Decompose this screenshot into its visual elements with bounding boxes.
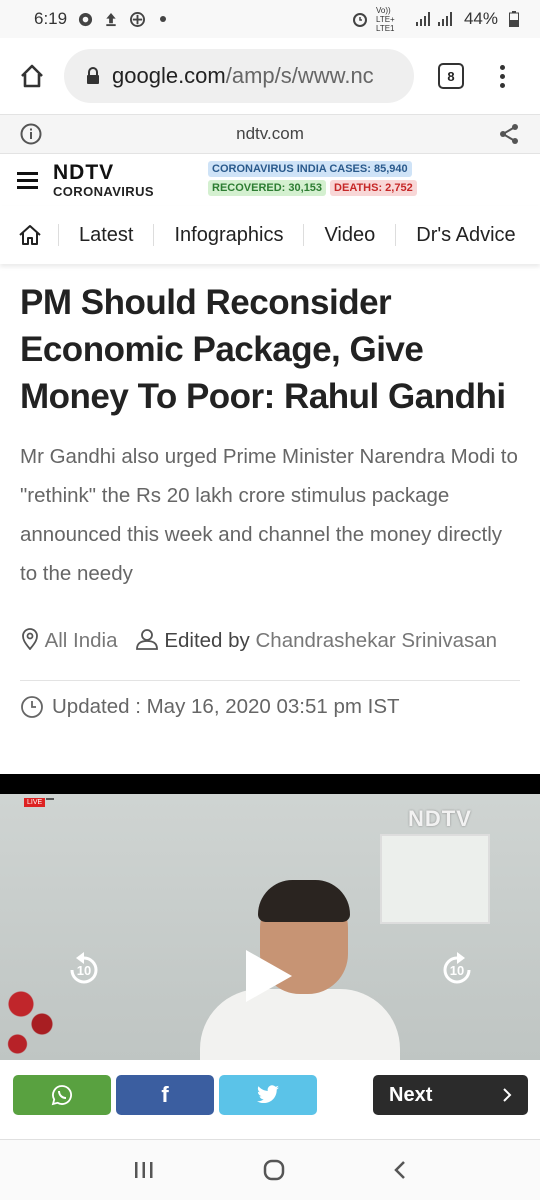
signal-icon	[415, 11, 456, 27]
chrome-icon	[77, 11, 93, 27]
nav-home-icon[interactable]	[18, 224, 42, 246]
article-title: PM Should Reconsider Economic Package, G…	[20, 283, 506, 416]
recovered-badge: RECOVERED: 30,153	[208, 180, 327, 196]
home-button[interactable]	[0, 63, 64, 89]
back-button[interactable]	[393, 1159, 407, 1181]
rewind-seconds: 10	[77, 963, 91, 978]
browser-toolbar: google.com/amp/s/www.nc 8	[0, 38, 540, 114]
location-pin-icon	[20, 624, 40, 663]
section-nav: Latest Infographics Video Dr's Advice	[0, 206, 540, 264]
article-summary: Mr Gandhi also urged Prime Minister Nare…	[20, 445, 518, 585]
user-icon	[135, 624, 159, 663]
article-editor[interactable]: Chandrashekar Srinivasan	[256, 629, 498, 652]
amp-host: ndtv.com	[236, 124, 304, 143]
wall-art	[380, 834, 490, 924]
updated-timestamp: Updated : May 16, 2020 03:51 pm IST	[52, 695, 400, 718]
deaths-badge: DEATHS: 2,752	[330, 180, 417, 196]
nav-infographics[interactable]: Infographics	[153, 224, 303, 246]
forward-seconds: 10	[450, 963, 464, 978]
whatsapp-icon	[51, 1085, 72, 1106]
info-icon[interactable]	[20, 123, 42, 150]
browser-menu-button[interactable]	[500, 64, 505, 88]
rewind-10-button[interactable]: 10	[64, 950, 104, 995]
chevron-right-icon	[502, 1087, 512, 1103]
logo-top: NDTV	[53, 161, 115, 184]
video-player[interactable]: LIVE NDTV 10 10	[0, 774, 540, 1060]
facebook-share-button[interactable]: f	[116, 1075, 214, 1115]
edited-by-label: Edited by	[164, 629, 250, 652]
tab-switcher-button[interactable]: 8	[438, 63, 464, 89]
upload-icon	[103, 11, 119, 27]
live-caption	[46, 798, 54, 800]
twitter-share-button[interactable]	[219, 1075, 317, 1115]
battery-icon	[506, 11, 522, 27]
status-bar: 6:19 Vo)) LTE+ LTE1 44%	[0, 0, 540, 38]
ndtv-logo[interactable]: NDTV CORONAVIRUS	[53, 162, 154, 198]
soccer-icon	[129, 11, 145, 27]
amp-bar: ndtv.com	[0, 114, 540, 154]
divider	[20, 680, 520, 681]
cases-badge: CORONAVIRUS INDIA CASES: 85,940	[208, 161, 412, 177]
alarm-icon	[352, 11, 368, 27]
status-time: 6:19	[34, 9, 68, 28]
url-path: /amp/s/www.nc	[225, 63, 374, 88]
video-frame	[0, 794, 540, 1060]
url-domain: google.com	[112, 63, 226, 88]
forward-icon: 10	[443, 952, 471, 984]
nav-drs-advice[interactable]: Dr's Advice	[395, 224, 535, 246]
recent-apps-icon	[135, 1162, 153, 1178]
logo-bottom: CORONAVIRUS	[53, 184, 154, 199]
home-icon	[21, 64, 43, 88]
address-bar[interactable]: google.com/amp/s/www.nc	[64, 49, 414, 103]
live-badge: LIVE	[24, 798, 46, 807]
next-article-button[interactable]: Next	[373, 1075, 528, 1115]
notification-dot-icon	[155, 11, 171, 27]
article: PM Should Reconsider Economic Package, G…	[20, 264, 520, 719]
share-bar: f Next	[0, 1060, 540, 1140]
site-header: NDTV CORONAVIRUS CORONAVIRUS INDIA CASES…	[0, 154, 540, 206]
back-icon	[393, 1161, 405, 1179]
nav-video[interactable]: Video	[303, 224, 395, 246]
ndtv-watermark: NDTV	[408, 806, 472, 831]
recent-apps-button[interactable]	[133, 1160, 155, 1180]
clock-icon	[20, 695, 44, 719]
system-nav-bar	[0, 1140, 540, 1200]
hamburger-menu-icon[interactable]	[17, 171, 38, 189]
twitter-icon	[257, 1085, 279, 1104]
home-circle-icon	[263, 1159, 285, 1181]
battery-percent: 44%	[463, 9, 498, 28]
share-icon[interactable]	[498, 123, 520, 150]
home-system-button[interactable]	[262, 1158, 286, 1182]
flowers-image	[0, 964, 70, 1060]
article-meta: All India Edited by Chandrashekar Sriniv…	[20, 621, 520, 663]
network-label: Vo)) LTE+ LTE1	[375, 5, 395, 33]
next-label: Next	[389, 1083, 433, 1106]
nav-latest[interactable]: Latest	[58, 224, 153, 246]
covid-stats[interactable]: CORONAVIRUS INDIA CASES: 85,940 RECOVERE…	[208, 161, 417, 196]
updated-row: Updated : May 16, 2020 03:51 pm IST	[20, 695, 520, 719]
article-location[interactable]: All India	[45, 629, 118, 652]
facebook-icon: f	[161, 1082, 169, 1107]
whatsapp-share-button[interactable]	[13, 1075, 111, 1115]
lock-icon	[86, 67, 100, 85]
rewind-icon: 10	[70, 952, 98, 984]
forward-10-button[interactable]: 10	[437, 950, 477, 995]
play-button[interactable]	[246, 950, 292, 1002]
